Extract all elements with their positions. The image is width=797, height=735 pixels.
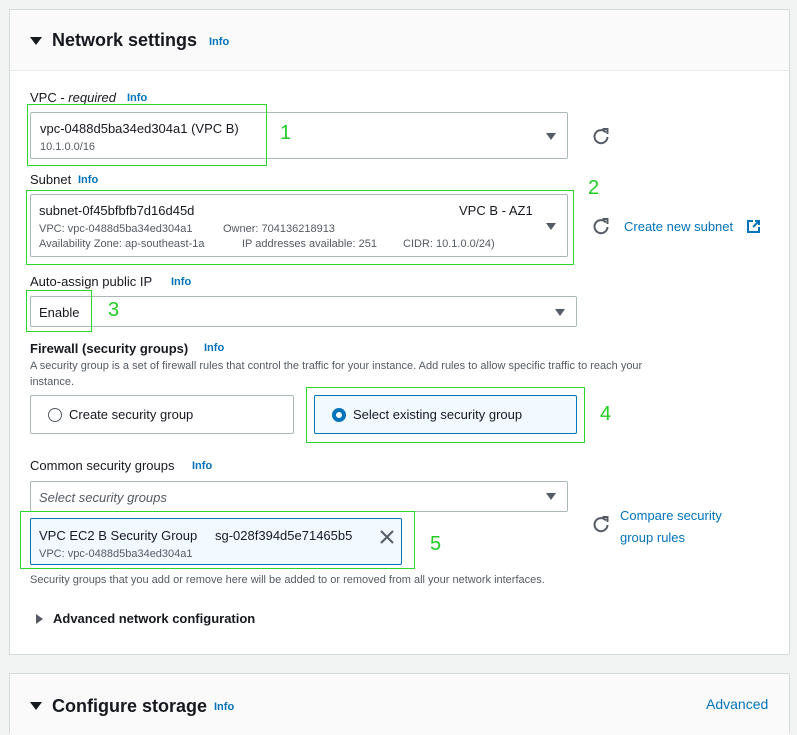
external-link-icon[interactable] (746, 219, 761, 234)
refresh-icon[interactable] (591, 514, 611, 534)
chevron-down-icon (546, 493, 556, 500)
create-security-group-option[interactable]: Create security group (30, 395, 294, 434)
firewall-description: A security group is a set of firewall ru… (30, 360, 643, 388)
firewall-info-link[interactable]: Info (204, 342, 224, 354)
annotation-box-4 (306, 387, 585, 443)
vpc-label: VPC - required (30, 90, 116, 105)
advanced-network-configuration-label: Advanced network configuration (53, 611, 256, 626)
advanced-link[interactable]: Advanced (706, 696, 768, 712)
annotation-box-5 (20, 511, 415, 569)
collapse-caret-icon[interactable] (30, 702, 42, 710)
section-title: Network settings (52, 30, 198, 50)
section-title: Configure storage (52, 696, 208, 716)
security-groups-note: Security groups that you add or remove h… (30, 574, 545, 586)
create-security-group-label: Create security group (69, 407, 194, 422)
common-sg-info-link[interactable]: Info (192, 460, 212, 472)
chevron-down-icon (555, 309, 565, 316)
annotation-number-5: 5 (430, 533, 442, 555)
firewall-label: Firewall (security groups) (30, 341, 189, 356)
info-link[interactable]: Info (214, 701, 234, 713)
annotation-box-3 (26, 290, 92, 332)
annotation-number-3: 3 (108, 299, 120, 321)
annotation-number-1: 1 (280, 122, 292, 144)
security-groups-placeholder: Select security groups (39, 490, 167, 505)
compare-security-group-rules-link[interactable]: Compare security group rules (620, 505, 722, 549)
subnet-info-link[interactable]: Info (78, 174, 98, 186)
annotation-box-1 (27, 104, 267, 166)
network-settings-header[interactable]: Network settings Info (10, 10, 789, 71)
public-ip-label: Auto-assign public IP (30, 274, 153, 289)
subnet-label: Subnet (30, 172, 72, 187)
annotation-number-2: 2 (588, 177, 600, 199)
security-groups-select[interactable]: Select security groups (30, 481, 568, 512)
refresh-icon[interactable] (591, 126, 611, 146)
configure-storage-header[interactable]: Configure storage Info Advanced (10, 674, 789, 735)
collapse-caret-icon[interactable] (30, 37, 42, 45)
advanced-network-configuration-toggle[interactable]: Advanced network configuration (30, 609, 290, 629)
configure-storage-panel: Configure storage Info Advanced (9, 673, 790, 735)
radio-button[interactable] (48, 408, 62, 422)
public-ip-info-link[interactable]: Info (171, 276, 191, 288)
annotation-box-2 (26, 190, 574, 265)
chevron-down-icon (546, 133, 556, 140)
annotation-number-4: 4 (600, 403, 612, 425)
expand-caret-icon (36, 614, 43, 624)
vpc-info-link[interactable]: Info (127, 92, 147, 104)
refresh-icon[interactable] (591, 216, 611, 236)
info-link[interactable]: Info (209, 36, 229, 48)
common-sg-label: Common security groups (30, 458, 175, 473)
create-new-subnet-link[interactable]: Create new subnet (624, 219, 733, 234)
